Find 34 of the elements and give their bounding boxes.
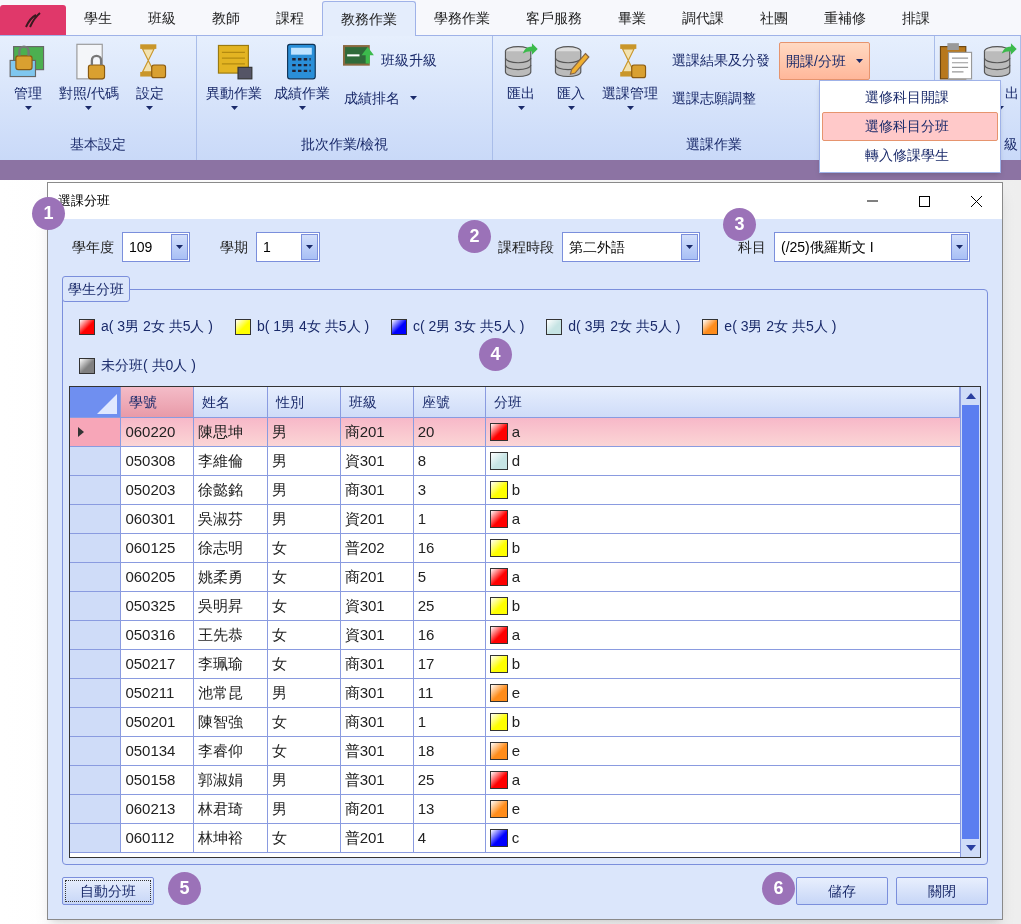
ribbon-group-label: 基本設定 bbox=[70, 135, 126, 154]
legend-label: a( 3男 2女 共5人 ) bbox=[101, 317, 214, 336]
ribbon-group-label: 級 bbox=[1004, 135, 1018, 154]
table-cell: 普201 bbox=[340, 824, 414, 853]
table-cell-text: b bbox=[511, 537, 521, 558]
table-cell-text: b bbox=[511, 711, 521, 732]
table-cell-text: a bbox=[511, 508, 521, 529]
ribbon-group-label: 批次作業/檢視 bbox=[300, 135, 389, 154]
table-cell-text: b bbox=[511, 479, 521, 500]
ribbon-group-label: 選課作業 bbox=[685, 135, 742, 154]
legend-label: e( 3男 2女 共5人 ) bbox=[724, 317, 837, 336]
table-cell-text: a bbox=[511, 769, 521, 790]
legend-label: 未分班( 共0人 ) bbox=[101, 356, 196, 375]
table-cell: 林坤裕 bbox=[194, 824, 268, 853]
table-cell: 060112 bbox=[121, 824, 195, 853]
group-title: 學生分班 bbox=[62, 276, 130, 302]
legend-label: c( 2男 3女 共5人 ) bbox=[413, 317, 525, 336]
table-cell-text: e bbox=[511, 682, 521, 703]
table-cell-text: d bbox=[511, 450, 521, 471]
table-cell-text: b bbox=[511, 595, 521, 616]
table-cell: 4 bbox=[413, 824, 486, 853]
table-cell-text: e bbox=[511, 740, 521, 761]
legend-label: b( 1男 4女 共5人 ) bbox=[257, 317, 370, 336]
table-cell-text: a bbox=[511, 624, 521, 645]
table-cell-text: a bbox=[511, 566, 521, 587]
table-cell-text: c bbox=[511, 827, 520, 848]
legend-label: d( 3男 2女 共5人 ) bbox=[568, 317, 681, 336]
field-label: 學期 bbox=[220, 237, 248, 257]
table-cell: 女 bbox=[267, 824, 341, 853]
table-cell-text: a bbox=[511, 421, 521, 442]
table-cell-text: e bbox=[511, 798, 521, 819]
table-cell-text: b bbox=[511, 653, 521, 674]
field-label: 課程時段 bbox=[498, 237, 554, 257]
field-label: 學年度 bbox=[72, 237, 114, 257]
